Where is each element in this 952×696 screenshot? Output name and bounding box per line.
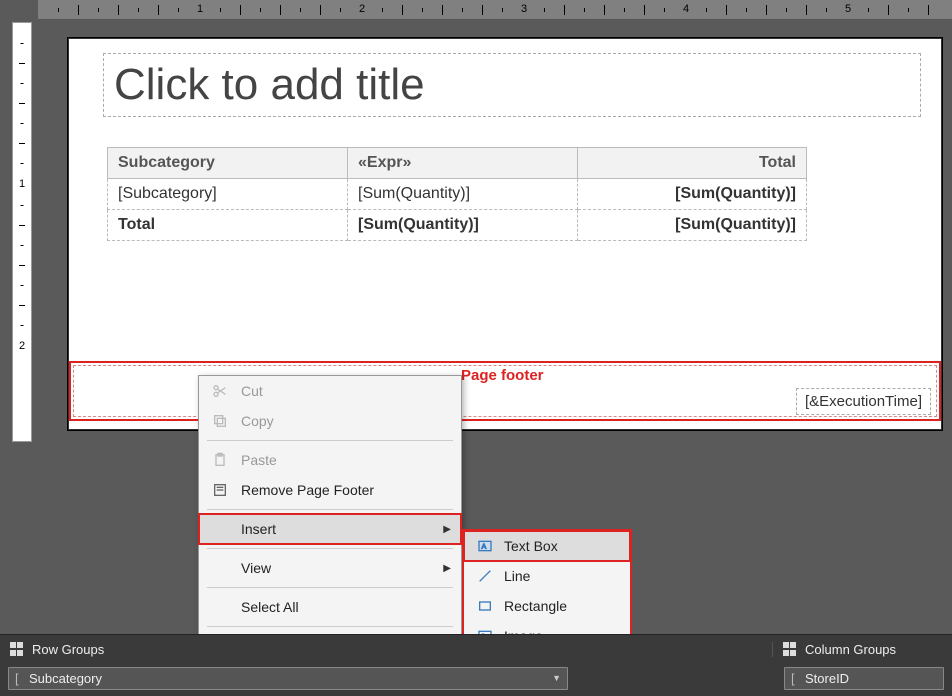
svg-text:A: A bbox=[482, 544, 487, 551]
bracket-icon: [ bbox=[791, 671, 795, 686]
cell-total2[interactable]: [Sum(Quantity)] bbox=[578, 210, 807, 241]
copy-icon bbox=[209, 413, 231, 429]
submenu-line[interactable]: Line bbox=[464, 561, 630, 591]
menu-remove-footer-label: Remove Page Footer bbox=[241, 482, 451, 498]
row-group-item[interactable]: [ Subcategory ▼ bbox=[8, 667, 568, 690]
menu-paste-label: Paste bbox=[241, 452, 451, 468]
paste-icon bbox=[209, 452, 231, 468]
context-menu: Cut Copy Paste Remove Page Footer Insert… bbox=[198, 375, 462, 662]
vertical-ruler: 1 2 bbox=[12, 22, 32, 442]
cell-total1[interactable]: [Sum(Quantity)] bbox=[348, 210, 578, 241]
horizontal-ruler: 1 2 3 4 5 bbox=[38, 0, 952, 20]
submenu-textbox-label: Text Box bbox=[504, 538, 558, 554]
menu-cut[interactable]: Cut bbox=[199, 376, 461, 406]
scissors-icon bbox=[209, 383, 231, 399]
menu-insert[interactable]: Insert ▶ bbox=[199, 514, 461, 544]
submenu-arrow-icon: ▶ bbox=[443, 524, 451, 535]
column-group-label: StoreID bbox=[805, 671, 849, 686]
submenu-line-label: Line bbox=[504, 568, 530, 584]
cell-total-label[interactable]: Total bbox=[108, 210, 348, 241]
report-title-placeholder[interactable]: Click to add title bbox=[103, 53, 921, 117]
row-groups-label: Row Groups bbox=[32, 642, 104, 657]
menu-select-all-label: Select All bbox=[241, 599, 451, 615]
textbox-icon: A bbox=[474, 538, 496, 554]
line-icon bbox=[474, 568, 496, 584]
cell-sum1[interactable]: [Sum(Quantity)] bbox=[348, 179, 578, 210]
header-subcategory[interactable]: Subcategory bbox=[108, 148, 348, 179]
report-design-surface[interactable]: Click to add title Subcategory «Expr» To… bbox=[68, 38, 942, 430]
submenu-rectangle-label: Rectangle bbox=[504, 598, 567, 614]
submenu-arrow-icon: ▶ bbox=[443, 563, 451, 574]
menu-view[interactable]: View ▶ bbox=[199, 553, 461, 583]
row-group-label: Subcategory bbox=[29, 671, 102, 686]
menu-select-all[interactable]: Select All bbox=[199, 592, 461, 622]
table-header-row: Subcategory «Expr» Total bbox=[108, 148, 807, 179]
table-data-row: [Subcategory] [Sum(Quantity)] [Sum(Quant… bbox=[108, 179, 807, 210]
menu-remove-page-footer[interactable]: Remove Page Footer bbox=[199, 475, 461, 505]
menu-view-label: View bbox=[241, 560, 443, 576]
bracket-icon: [ bbox=[15, 671, 19, 686]
column-groups-label: Column Groups bbox=[805, 642, 896, 657]
menu-paste[interactable]: Paste bbox=[199, 445, 461, 475]
cell-subcategory[interactable]: [Subcategory] bbox=[108, 179, 348, 210]
menu-copy-label: Copy bbox=[241, 413, 451, 429]
submenu-textbox[interactable]: A Text Box bbox=[464, 531, 630, 561]
header-expr[interactable]: «Expr» bbox=[348, 148, 578, 179]
menu-copy[interactable]: Copy bbox=[199, 406, 461, 436]
column-group-item[interactable]: [ StoreID bbox=[784, 667, 944, 690]
menu-insert-label: Insert bbox=[241, 521, 443, 537]
cell-sum2[interactable]: [Sum(Quantity)] bbox=[578, 179, 807, 210]
table-total-row: Total [Sum(Quantity)] [Sum(Quantity)] bbox=[108, 210, 807, 241]
column-groups-header: Column Groups bbox=[772, 642, 952, 657]
row-groups-header: Row Groups bbox=[0, 642, 772, 657]
execution-time-textbox[interactable]: [&ExecutionTime] bbox=[796, 388, 931, 415]
submenu-rectangle[interactable]: Rectangle bbox=[464, 591, 630, 621]
tablix-grid[interactable]: Subcategory «Expr» Total [Subcategory] [… bbox=[107, 147, 807, 241]
menu-cut-label: Cut bbox=[241, 383, 451, 399]
header-total[interactable]: Total bbox=[578, 148, 807, 179]
grid-icon bbox=[10, 642, 24, 656]
remove-footer-icon bbox=[209, 482, 231, 498]
grid-icon bbox=[783, 642, 797, 656]
dropdown-caret-icon[interactable]: ▼ bbox=[552, 673, 561, 683]
rectangle-icon bbox=[474, 598, 496, 614]
page-footer-annotation: Page footer bbox=[461, 367, 544, 384]
groups-panel: Row Groups Column Groups [ Subcategory ▼… bbox=[0, 634, 952, 696]
